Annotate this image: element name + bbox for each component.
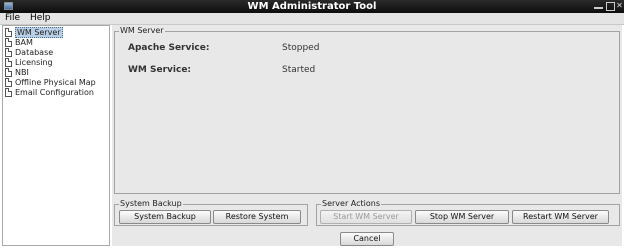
menu-help[interactable]: Help xyxy=(30,13,51,24)
document-icon xyxy=(5,78,12,87)
apache-service-label: Apache Service: xyxy=(128,43,210,53)
group-title: System Backup xyxy=(119,199,183,209)
apache-service-value: Stopped xyxy=(282,43,320,53)
tree-item-label: WM Server xyxy=(15,27,63,38)
document-icon xyxy=(5,48,12,57)
tree-item-label: Offline Physical Map xyxy=(15,78,96,87)
close-icon[interactable]: ✕ xyxy=(615,2,624,11)
restart-wm-server-button[interactable]: Restart WM Server xyxy=(512,210,609,224)
window-title: WM Administrator Tool xyxy=(247,1,377,12)
document-icon xyxy=(5,58,12,67)
start-wm-server-button[interactable]: Start WM Server xyxy=(320,210,412,224)
minimize-icon[interactable] xyxy=(594,2,603,9)
tree-item-label: Licensing xyxy=(15,58,53,67)
group-title: Server Actions xyxy=(321,199,381,209)
tree-item-label: BAM xyxy=(15,38,33,47)
group-title: WM Server xyxy=(119,26,165,36)
document-icon xyxy=(5,68,12,77)
wm-service-value: Started xyxy=(282,65,316,75)
main-panel: WM Server Apache Service: Stopped WM Ser… xyxy=(112,25,622,246)
tree-item-label: NBI xyxy=(15,68,29,77)
tree-item-label: Email Configuration xyxy=(15,88,94,97)
menu-file[interactable]: File xyxy=(5,13,20,24)
window-titlebar[interactable]: WM Administrator Tool ✕ xyxy=(0,0,624,13)
system-backup-group: System Backup System Backup Restore Syst… xyxy=(114,199,308,226)
cancel-button[interactable]: Cancel xyxy=(340,232,394,246)
tree-item-database[interactable]: Database xyxy=(5,48,53,58)
tree-item-licensing[interactable]: Licensing xyxy=(5,58,53,68)
tree-item-bam[interactable]: BAM xyxy=(5,38,33,48)
stop-wm-server-button[interactable]: Stop WM Server xyxy=(415,210,509,224)
document-icon xyxy=(5,28,12,37)
maximize-icon[interactable] xyxy=(606,2,615,11)
navigation-tree: WM Server BAM Database Licensing NBI Off… xyxy=(2,25,110,246)
document-icon xyxy=(5,88,12,97)
tree-item-offline-physical-map[interactable]: Offline Physical Map xyxy=(5,78,96,88)
tree-item-email-configuration[interactable]: Email Configuration xyxy=(5,88,94,98)
menu-bar: File Help xyxy=(0,13,624,25)
wm-service-label: WM Service: xyxy=(128,65,192,75)
restore-system-button[interactable]: Restore System xyxy=(213,210,301,224)
document-icon xyxy=(5,38,12,47)
system-backup-button[interactable]: System Backup xyxy=(119,210,211,224)
server-actions-group: Server Actions Start WM Server Stop WM S… xyxy=(316,199,620,226)
tree-item-wm-server[interactable]: WM Server xyxy=(5,27,63,38)
tree-item-label: Database xyxy=(15,48,54,57)
tree-item-nbi[interactable]: NBI xyxy=(5,68,29,78)
wm-server-group: WM Server Apache Service: Stopped WM Ser… xyxy=(114,26,620,194)
